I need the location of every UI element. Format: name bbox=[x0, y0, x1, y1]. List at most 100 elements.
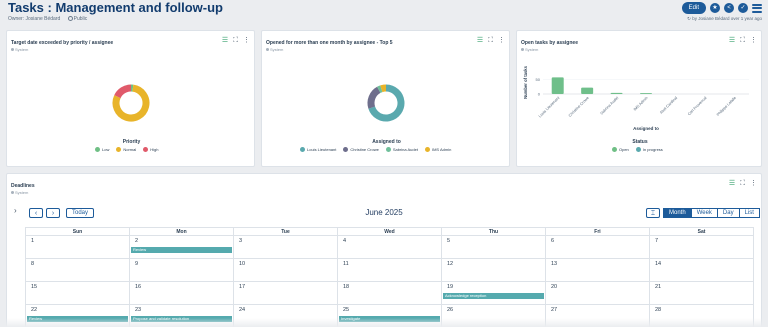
calendar-day-cell[interactable]: 17 bbox=[234, 282, 338, 305]
x-axis-label: Assigned to bbox=[633, 126, 659, 131]
weekday-sun: Sun bbox=[26, 228, 130, 236]
share-icon[interactable]: < bbox=[724, 3, 734, 13]
view-day-button[interactable]: Day bbox=[716, 208, 740, 218]
calendar-weekday-header: Sun Mon Tue Wed Thu Fri Sat bbox=[26, 228, 754, 236]
calendar-day-cell[interactable]: 12 bbox=[442, 259, 546, 282]
day-number[interactable]: 21 bbox=[655, 284, 661, 290]
day-number[interactable]: 16 bbox=[135, 284, 141, 290]
day-number[interactable]: 20 bbox=[551, 284, 557, 290]
day-number[interactable]: 24 bbox=[239, 307, 245, 313]
expand-icon[interactable]: ⛶ bbox=[740, 180, 745, 187]
donut-slice-sabrina-audet[interactable] bbox=[377, 85, 383, 93]
calendar-day-cell[interactable]: 20 bbox=[546, 282, 650, 305]
calendar-day-cell[interactable]: 11 bbox=[338, 259, 442, 282]
more-icon[interactable]: ⋮ bbox=[750, 180, 757, 187]
legend-item-low[interactable]: Low bbox=[95, 147, 109, 152]
legend-label: Christine Crowe bbox=[350, 147, 379, 152]
day-number[interactable]: 5 bbox=[447, 238, 450, 244]
legend-item-louis[interactable]: Louis Lieutenant bbox=[300, 147, 336, 152]
view-list-button[interactable]: List bbox=[738, 208, 760, 218]
day-number[interactable]: 3 bbox=[239, 238, 242, 244]
x-tick-label: Sabrina Audet bbox=[600, 95, 620, 115]
day-number[interactable]: 18 bbox=[343, 284, 349, 290]
widget-subtitle: System bbox=[11, 190, 28, 195]
star-icon[interactable]: ★ bbox=[710, 3, 720, 13]
calendar-day-cell[interactable]: 5 bbox=[442, 236, 546, 259]
menu-icon[interactable] bbox=[752, 3, 762, 13]
owner-name[interactable]: Josiane Bédard bbox=[26, 16, 61, 22]
view-week-button[interactable]: Week bbox=[690, 208, 718, 218]
calendar-event[interactable]: Review bbox=[131, 247, 232, 253]
calendar-day-cell[interactable]: 19 Acknowledge reception bbox=[442, 282, 546, 305]
day-number[interactable]: 22 bbox=[31, 307, 37, 313]
check-icon[interactable]: ✓ bbox=[738, 3, 748, 13]
day-number[interactable]: 23 bbox=[135, 307, 141, 313]
day-number[interactable]: 4 bbox=[343, 238, 346, 244]
y-tick-label: 0 bbox=[538, 92, 541, 97]
donut-slice-high[interactable] bbox=[114, 84, 132, 99]
calendar-day-cell[interactable]: 21 bbox=[650, 282, 754, 305]
bar-christine-crowe[interactable] bbox=[581, 87, 594, 94]
calendar-day-cell[interactable]: 14 bbox=[650, 259, 754, 282]
legend-item-in-progress[interactable]: In progress bbox=[635, 147, 663, 152]
legend-item-ims-admin[interactable]: IMS Admin bbox=[424, 147, 451, 152]
filter-icon[interactable]: ☰ bbox=[729, 180, 735, 187]
day-number[interactable]: 2 bbox=[135, 238, 138, 244]
view-month-button[interactable]: Month bbox=[663, 208, 692, 218]
day-number[interactable]: 17 bbox=[239, 284, 245, 290]
weekday-tue: Tue bbox=[234, 228, 338, 236]
day-number[interactable]: 6 bbox=[551, 238, 554, 244]
calendar-day-cell[interactable]: 18 bbox=[338, 282, 442, 305]
calendar-day-cell[interactable]: 8 bbox=[26, 259, 130, 282]
legend: Low Normal High bbox=[95, 147, 158, 152]
calendar-event[interactable]: Acknowledge reception bbox=[443, 293, 544, 299]
x-tick-label: Abel Cardinal bbox=[659, 96, 678, 115]
donut-slice-christine-crowe[interactable] bbox=[367, 86, 381, 109]
day-number[interactable]: 7 bbox=[655, 238, 658, 244]
day-number[interactable]: 8 bbox=[31, 261, 34, 267]
legend-item-christine[interactable]: Christine Crowe bbox=[343, 147, 379, 152]
calendar-day-cell[interactable]: 16 bbox=[130, 282, 234, 305]
legend-item-normal[interactable]: Normal bbox=[116, 147, 136, 152]
calendar-grid: Sun Mon Tue Wed Thu Fri Sat 1 2 Review 3 4 5 6… bbox=[25, 227, 754, 327]
day-number[interactable]: 9 bbox=[135, 261, 138, 267]
bar-ims-admin[interactable] bbox=[640, 93, 652, 94]
day-number[interactable]: 12 bbox=[447, 261, 453, 267]
calendar-day-cell[interactable]: 2 Review bbox=[130, 236, 234, 259]
calendar-week-row: 15 16 17 18 19 Acknowledge reception 20 21 bbox=[26, 282, 754, 305]
widget-tools: ☰ ⛶ ⋮ bbox=[729, 180, 757, 187]
bar-louis-lieutenant[interactable] bbox=[551, 77, 564, 94]
legend-item-sabrina[interactable]: Sabrina Audet bbox=[385, 147, 418, 152]
calendar-day-cell[interactable]: 10 bbox=[234, 259, 338, 282]
day-number[interactable]: 15 bbox=[31, 284, 37, 290]
edit-button[interactable]: Edit bbox=[681, 2, 706, 14]
day-number[interactable]: 11 bbox=[343, 261, 349, 267]
calendar-day-cell[interactable]: 7 bbox=[650, 236, 754, 259]
calendar-day-cell[interactable]: 6 bbox=[546, 236, 650, 259]
day-number[interactable]: 25 bbox=[343, 307, 349, 313]
day-number[interactable]: 27 bbox=[551, 307, 557, 313]
day-number[interactable]: 13 bbox=[551, 261, 557, 267]
calendar-day-cell[interactable]: 9 bbox=[130, 259, 234, 282]
calendar-day-cell[interactable]: 13 bbox=[546, 259, 650, 282]
bar-sabrina-audet[interactable] bbox=[610, 92, 623, 94]
day-number[interactable]: 10 bbox=[239, 261, 245, 267]
day-number[interactable]: 26 bbox=[447, 307, 453, 313]
widget-assignee-top5: Opened for more than one month by assign… bbox=[261, 30, 510, 167]
calendar-day-cell[interactable]: 4 bbox=[338, 236, 442, 259]
calendar-day-cell[interactable]: 1 bbox=[26, 236, 130, 259]
legend-item-high[interactable]: High bbox=[143, 147, 158, 152]
calendar-day-cell[interactable]: 15 bbox=[26, 282, 130, 305]
owner-line: Owner: Josiane Bédard Public bbox=[8, 16, 88, 22]
top-actions: Edit ★ < ✓ bbox=[681, 2, 762, 14]
calendar-week-row: 1 2 Review 3 4 5 6 7 bbox=[26, 236, 754, 259]
day-number[interactable]: 14 bbox=[655, 261, 661, 267]
donut-slice-ims-admin[interactable] bbox=[380, 84, 387, 93]
day-number[interactable]: 19 bbox=[447, 284, 453, 290]
day-number[interactable]: 28 bbox=[655, 307, 661, 313]
day-number[interactable]: 1 bbox=[31, 238, 34, 244]
calendar-day-cell[interactable]: 3 bbox=[234, 236, 338, 259]
legend-item-open[interactable]: Open bbox=[612, 147, 629, 152]
visibility: Public bbox=[67, 16, 87, 22]
calendar-range-icon[interactable]: ⌶ bbox=[646, 208, 660, 218]
